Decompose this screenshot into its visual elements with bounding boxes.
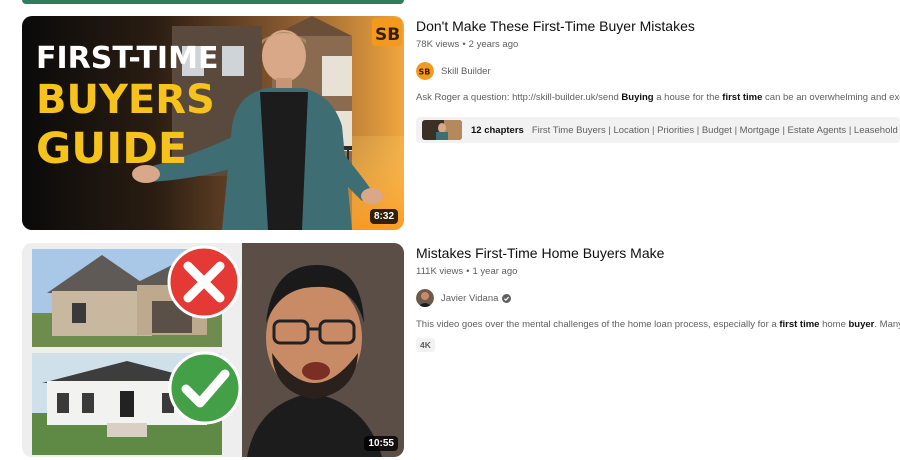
meta-separator: • xyxy=(462,39,466,50)
video-title[interactable]: Mistakes First-Time Home Buyers Make xyxy=(416,243,900,263)
upload-age: 1 year ago xyxy=(472,266,518,277)
channel-avatar[interactable] xyxy=(416,289,434,307)
thumbnail-text-line-1: FIRST-TIME xyxy=(36,41,218,76)
svg-text:SB: SB xyxy=(419,68,431,77)
chapters-strip[interactable]: 12 chapters First Time Buyers | Location… xyxy=(416,117,900,143)
thumbnail-logo-text: SB xyxy=(375,25,400,45)
view-count: 111K views xyxy=(416,266,464,277)
previous-result-thumbnail-edge[interactable] xyxy=(22,0,404,4)
video-result[interactable]: FIRST-TIME BUYERS GUIDE SB 8:32 Don't Ma… xyxy=(22,16,900,230)
video-description: Ask Roger a question: http://skill-build… xyxy=(416,92,900,103)
sb-logo-icon: SB xyxy=(416,62,434,80)
thumbnail-text-line-3: GUIDE xyxy=(36,124,187,174)
video-meta: 111K views • 1 year ago xyxy=(416,266,900,277)
quality-badge: 4K xyxy=(416,338,435,352)
video-meta: 78K views • 2 years ago xyxy=(416,39,900,50)
video-info: Don't Make These First-Time Buyer Mistak… xyxy=(416,16,900,143)
chapters-count: 12 chapters xyxy=(471,124,524,136)
channel-name[interactable]: Javier Vidana xyxy=(441,293,498,304)
thumbnail-image xyxy=(22,243,404,457)
channel-name[interactable]: Skill Builder xyxy=(441,66,491,77)
video-result[interactable]: 10:55 Mistakes First-Time Home Buyers Ma… xyxy=(22,243,900,457)
person-avatar-icon xyxy=(416,289,434,307)
upload-age: 2 years ago xyxy=(468,39,519,50)
chapter-thumbnail xyxy=(422,120,462,140)
channel-row[interactable]: Javier Vidana xyxy=(416,289,900,307)
video-info: Mistakes First-Time Home Buyers Make 111… xyxy=(416,243,900,353)
video-duration: 8:32 xyxy=(369,209,398,224)
video-thumbnail[interactable]: FIRST-TIME BUYERS GUIDE SB 8:32 xyxy=(22,16,404,230)
video-thumbnail[interactable]: 10:55 xyxy=(22,243,404,457)
video-duration: 10:55 xyxy=(364,436,398,451)
meta-separator: • xyxy=(466,266,470,277)
thumbnail-text-line-2: BUYERS xyxy=(36,77,215,123)
video-description: This video goes over the mental challeng… xyxy=(416,319,900,330)
video-title[interactable]: Don't Make These First-Time Buyer Mistak… xyxy=(416,16,900,36)
channel-avatar[interactable]: SB xyxy=(416,62,434,80)
thumbnail-image: FIRST-TIME BUYERS GUIDE SB xyxy=(22,16,404,230)
view-count: 78K views xyxy=(416,39,460,50)
chapters-list: First Time Buyers | Location | Prioritie… xyxy=(531,124,900,136)
channel-row[interactable]: SB Skill Builder xyxy=(416,62,900,80)
verified-badge-icon xyxy=(502,293,512,303)
